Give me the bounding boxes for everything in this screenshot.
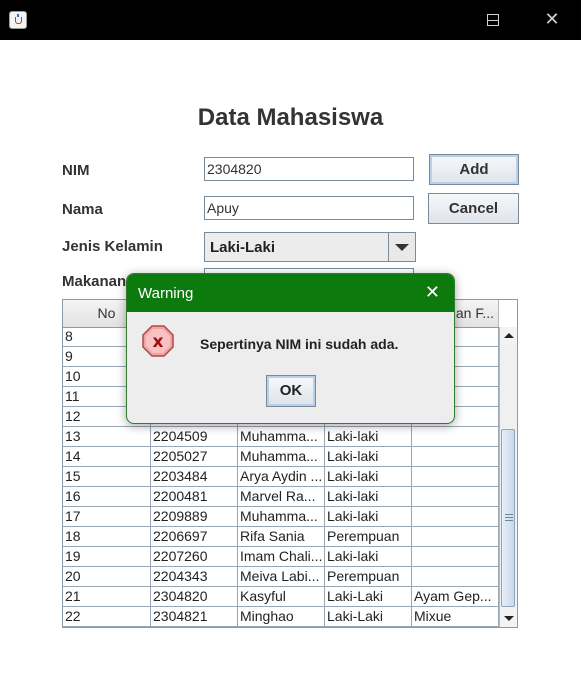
table-cell: Laki-laki [325, 447, 412, 467]
table-cell: 17 [63, 507, 151, 527]
jenis-kelamin-value: Laki-Laki [210, 239, 276, 256]
table-cell: 2205027 [151, 447, 238, 467]
table-cell: Laki-laki [325, 487, 412, 507]
table-cell: 14 [63, 447, 151, 467]
table-row[interactable]: 15 2203484 Arya Aydin ... Laki-laki [63, 467, 499, 487]
error-icon: x [142, 325, 174, 357]
table-cell: Kasyful [238, 587, 325, 607]
nama-label: Nama [62, 201, 103, 218]
nim-field[interactable]: 2304820 [204, 157, 414, 181]
table-cell: Imam Chali... [238, 547, 325, 567]
window-titlebar: ✕ [0, 0, 581, 40]
table-cell: Meiva Labi... [238, 567, 325, 587]
table-cell: Laki-Laki [325, 587, 412, 607]
table-cell: Rifa Sania [238, 527, 325, 547]
table-cell: Laki-laki [325, 467, 412, 487]
table-cell: 2209889 [151, 507, 238, 527]
table-cell [412, 467, 499, 487]
dialog-close-icon[interactable]: ✕ [425, 282, 440, 303]
table-cell: Marvel Ra... [238, 487, 325, 507]
table-cell: 2203484 [151, 467, 238, 487]
table-cell: 21 [63, 587, 151, 607]
table-cell: Perempuan [325, 567, 412, 587]
table-cell: 15 [63, 467, 151, 487]
nama-field[interactable]: Apuy [204, 196, 414, 220]
table-row[interactable]: 18 2206697 Rifa Sania Perempuan [63, 527, 499, 547]
svg-text:x: x [153, 332, 164, 352]
table-row[interactable]: 20 2204343 Meiva Labi... Perempuan [63, 567, 499, 587]
warning-dialog: Warning ✕ x Sepertinya NIM ini sudah ada… [126, 273, 455, 424]
table-cell: 18 [63, 527, 151, 547]
arrow-down-icon [504, 616, 514, 621]
scrollbar-thumb[interactable] [501, 429, 515, 607]
table-cell: Laki-laki [325, 547, 412, 567]
table-cell: Minghao [238, 607, 325, 627]
scroll-down-button[interactable] [500, 609, 517, 627]
table-cell: Ayam Gep... [412, 587, 499, 607]
ok-button[interactable]: OK [266, 375, 316, 407]
vertical-scrollbar[interactable] [499, 327, 517, 627]
maximize-icon [487, 14, 499, 26]
table-cell [412, 567, 499, 587]
nim-label: NIM [62, 162, 90, 179]
table-cell: 2204343 [151, 567, 238, 587]
table-cell: 2207260 [151, 547, 238, 567]
table-row[interactable]: 13 2204509 Muhamma... Laki-laki [63, 427, 499, 447]
dialog-title: Warning [138, 285, 194, 302]
table-cell: 2200481 [151, 487, 238, 507]
cancel-button[interactable]: Cancel [428, 193, 519, 224]
page-title: Data Mahasiswa [197, 104, 384, 131]
scroll-up-button[interactable] [500, 327, 517, 345]
arrow-up-icon [504, 333, 514, 338]
table-cell: Laki-Laki [325, 607, 412, 627]
table-cell: Arya Aydin ... [238, 467, 325, 487]
table-cell [412, 447, 499, 467]
jenis-kelamin-label: Jenis Kelamin [62, 238, 163, 255]
maximize-button[interactable] [464, 0, 522, 40]
table-row[interactable]: 17 2209889 Muhamma... Laki-laki [63, 507, 499, 527]
add-button[interactable]: Add [429, 154, 519, 185]
table-cell: Laki-laki [325, 427, 412, 447]
table-cell: 2204509 [151, 427, 238, 447]
table-cell: 20 [63, 567, 151, 587]
close-icon: ✕ [544, 9, 560, 30]
table-cell: Muhamma... [238, 447, 325, 467]
table-cell: Laki-laki [325, 507, 412, 527]
table-cell: 2304821 [151, 607, 238, 627]
table-row[interactable]: 16 2200481 Marvel Ra... Laki-laki [63, 487, 499, 507]
table-cell [412, 547, 499, 567]
java-cup-icon [9, 11, 27, 29]
table-cell [412, 427, 499, 447]
dialog-titlebar: Warning ✕ [127, 274, 454, 312]
table-cell: 13 [63, 427, 151, 447]
table-cell [412, 507, 499, 527]
table-cell: Muhamma... [238, 507, 325, 527]
table-cell: 19 [63, 547, 151, 567]
table-row[interactable]: 14 2205027 Muhamma... Laki-laki [63, 447, 499, 467]
table-cell: 16 [63, 487, 151, 507]
table-row[interactable]: 21 2304820 Kasyful Laki-Laki Ayam Gep... [63, 587, 499, 607]
dialog-message: Sepertinya NIM ini sudah ada. [200, 336, 399, 352]
table-cell: 2304820 [151, 587, 238, 607]
chevron-down-icon [395, 244, 409, 251]
makanan-label: Makanan [62, 273, 127, 290]
table-row[interactable]: 22 2304821 Minghao Laki-Laki Mixue [63, 607, 499, 627]
table-cell: 2206697 [151, 527, 238, 547]
table-cell: Mixue [412, 607, 499, 627]
table-cell: Perempuan [325, 527, 412, 547]
table-cell: 22 [63, 607, 151, 627]
table-cell: Muhamma... [238, 427, 325, 447]
close-button[interactable]: ✕ [523, 0, 581, 40]
table-cell [412, 527, 499, 547]
table-cell [412, 487, 499, 507]
jenis-kelamin-select[interactable]: Laki-Laki [204, 232, 416, 262]
table-row[interactable]: 19 2207260 Imam Chali... Laki-laki [63, 547, 499, 567]
dropdown-button[interactable] [388, 233, 415, 261]
